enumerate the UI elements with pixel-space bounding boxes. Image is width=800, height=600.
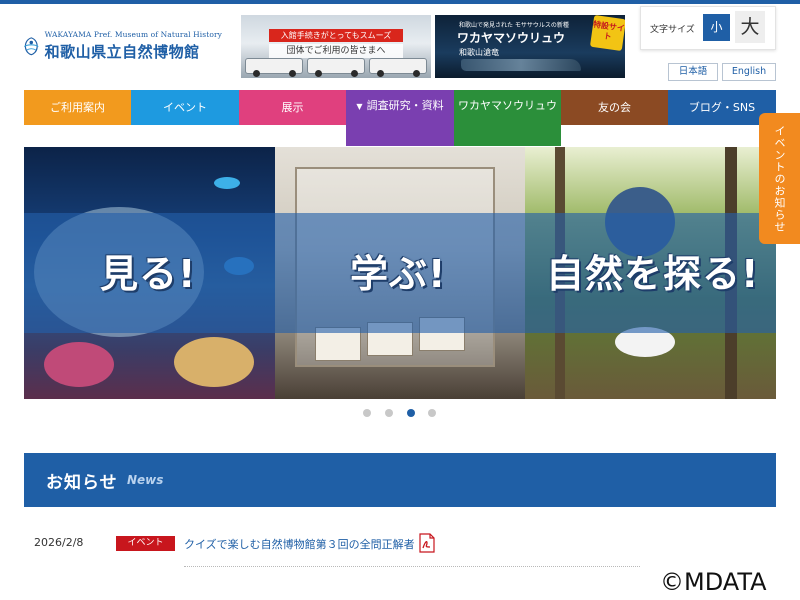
font-size-small-button[interactable]: 小	[703, 14, 730, 41]
logo-japanese-name: 和歌山県立自然博物館	[44, 43, 200, 61]
event-notice-side-tab[interactable]: イベントのお知らせ	[759, 113, 800, 244]
slider-pagination	[363, 409, 443, 419]
special-site-badge: 特設サイト	[589, 15, 625, 52]
slider-dot-3[interactable]	[407, 409, 415, 417]
nav-item-research-label: 調査研究・資料	[366, 99, 444, 112]
nav-item-research[interactable]: ▼ 調査研究・資料	[346, 90, 454, 146]
banner-subtitle: 和歌山滄竜	[459, 48, 499, 57]
nav-item-events[interactable]: イベント	[131, 90, 239, 125]
font-size-large-button[interactable]: 大	[735, 11, 765, 43]
nav-item-wakayamasouryu[interactable]: ワカヤマソウリュウ	[454, 90, 561, 146]
language-japanese-button[interactable]: 日本語	[668, 63, 718, 81]
banner-title: ワカヤマソウリュウ	[457, 31, 566, 45]
news-divider	[184, 566, 640, 567]
news-item-category-badge: イベント	[116, 536, 175, 551]
hero-slider[interactable]: 見る! 学ぶ! 自然を探る!	[24, 147, 776, 399]
top-accent-line	[0, 0, 800, 4]
slider-dot-2[interactable]	[385, 409, 393, 417]
dropdown-caret-icon: ▼	[356, 102, 363, 111]
nav-item-friends[interactable]: 友の会	[561, 90, 668, 125]
group-visit-banner[interactable]: 入館手続きがとってもスムーズ 団体でご利用の皆さまへ	[241, 15, 431, 78]
news-item-date: 2026/2/8	[34, 536, 84, 549]
banner-caption: 和歌山で発見された モササウルスの新種	[459, 22, 569, 29]
nav-item-guide[interactable]: ご利用案内	[24, 90, 131, 125]
news-title: お知らせ	[46, 473, 118, 493]
copyright-watermark: ©MDATA	[660, 568, 767, 596]
nav-item-exhibits[interactable]: 展示	[239, 90, 346, 125]
wakayamasouryu-special-site-banner[interactable]: 和歌山で発見された モササウルスの新種 ワカヤマソウリュウ 和歌山滄竜 特設サイ…	[435, 15, 625, 78]
banner-headline: 入館手続きがとってもスムーズ	[269, 29, 403, 42]
main-navigation: ご利用案内 イベント 展示 ▼ 調査研究・資料 ワカヤマソウリュウ 友の会 ブログ…	[24, 90, 776, 146]
pdf-icon	[419, 533, 435, 553]
news-subtitle: News	[127, 473, 164, 487]
hero-text-learn: 学ぶ!	[350, 252, 447, 296]
hero-text-see: 見る!	[100, 252, 197, 296]
logo-english-name: WAKAYAMA Pref. Museum of Natural History	[44, 30, 222, 39]
hero-text-explore-nature: 自然を探る!	[546, 252, 760, 296]
news-section-header: お知らせ News	[24, 453, 776, 507]
banner-subline: 団体でご利用の皆さまへ	[269, 44, 403, 58]
font-size-switcher: 文字サイズ 小 大	[640, 6, 776, 50]
slider-dot-1[interactable]	[363, 409, 371, 417]
site-logo[interactable]: WAKAYAMA Pref. Museum of Natural History…	[22, 26, 222, 66]
font-size-label: 文字サイズ	[650, 24, 695, 35]
museum-logo-icon	[23, 37, 39, 56]
language-english-button[interactable]: English	[722, 63, 776, 81]
slider-dot-4[interactable]	[428, 409, 436, 417]
news-item-link[interactable]: クイズで楽しむ自然博物館第３回の全問正解者	[184, 536, 415, 552]
fossil-illustration	[461, 59, 581, 71]
